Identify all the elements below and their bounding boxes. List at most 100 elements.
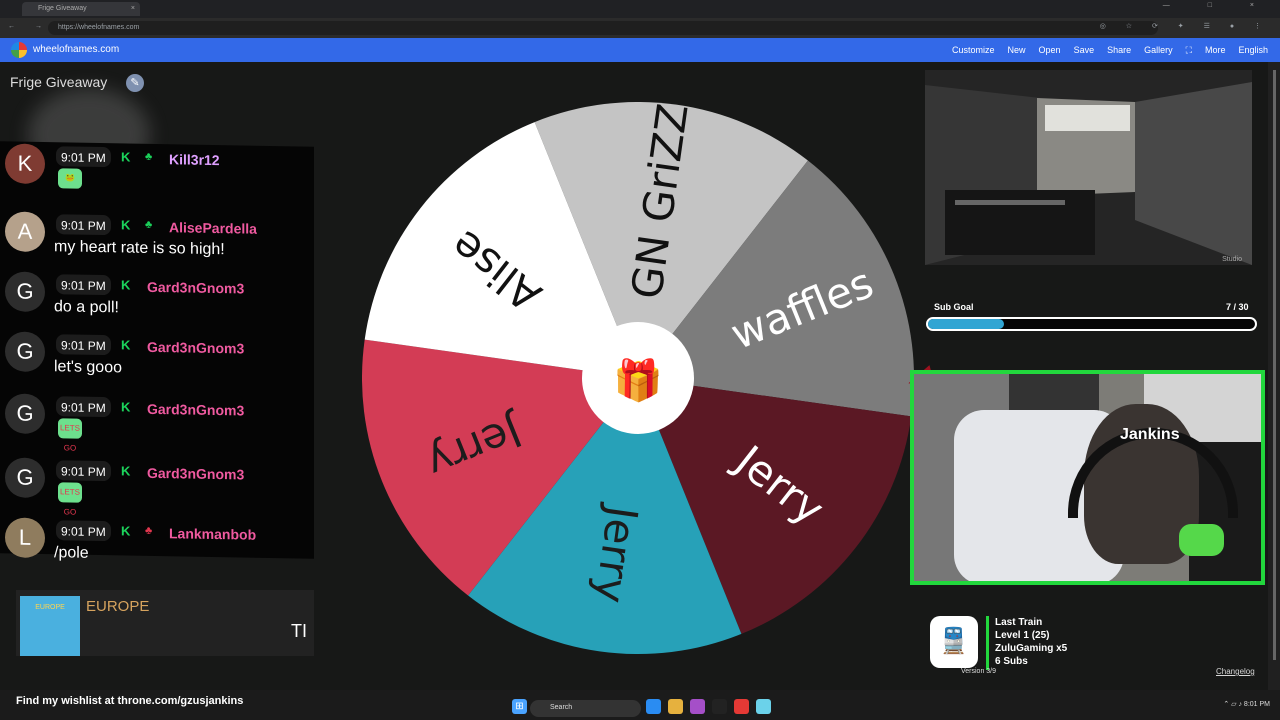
browser-icon[interactable] xyxy=(734,699,749,714)
wheel-svg[interactable]: GN GriZZwafflesJerryJerryJerryAlise 🎁 xyxy=(356,96,920,660)
kick-badge-icon: K xyxy=(121,217,131,233)
chat-username: AlisePardella xyxy=(169,219,257,237)
version-label: Version 3/9 xyxy=(961,668,997,675)
close-tab-icon[interactable]: × xyxy=(131,5,135,12)
chat-message-text: let's gooo xyxy=(54,358,122,377)
file-explorer-icon[interactable] xyxy=(668,699,683,714)
message-time: 9:01 PM xyxy=(56,396,111,418)
now-playing-widget: EUROPE EUROPE TI xyxy=(16,590,314,656)
message-time: 9:01 PM xyxy=(56,146,111,168)
browser-tab-strip: Frige Giveaway × — □ × xyxy=(0,0,1280,18)
subscriber-badge-icon: ♣ xyxy=(145,150,153,163)
avatar: K xyxy=(5,143,45,185)
app-icon[interactable] xyxy=(690,699,705,714)
chat-overlay: K 9:01 PM K ♣ Kill3r12 🐸 A 9:01 PM K ♣ A… xyxy=(0,141,314,562)
lets-go-emote: LETS GO xyxy=(58,482,82,517)
message-time: 9:01 PM xyxy=(56,334,111,356)
message-time: 9:01 PM xyxy=(56,460,111,482)
train-line: 6 Subs xyxy=(995,656,1028,667)
address-bar: ← → ↻ https://wheelofnames.com ◎ ☆ ⟳ ✦ ☰… xyxy=(0,18,1280,38)
camera-label: Studio xyxy=(1222,256,1242,263)
microphone-icon xyxy=(1179,524,1224,556)
chat-username: Gard3nGnom3 xyxy=(147,338,245,357)
save-button[interactable]: Save xyxy=(1074,45,1095,56)
chat-username: Gard3nGnom3 xyxy=(147,464,245,483)
kick-badge-icon: K xyxy=(121,337,131,353)
site-name[interactable]: wheelofnames.com xyxy=(33,44,119,55)
chat-message: G 9:01 PM K Gard3nGnom3 do a poll! xyxy=(0,269,310,332)
kick-badge-icon: K xyxy=(121,523,131,539)
gallery-button[interactable]: Gallery xyxy=(1144,45,1173,56)
chat-username: Kill3r12 xyxy=(169,151,220,169)
chat-username: Gard3nGnom3 xyxy=(147,400,245,419)
window-controls[interactable]: — □ × xyxy=(1163,2,1272,9)
customize-button[interactable]: Customize xyxy=(952,45,995,56)
header-menu: Customize New Open Save Share Gallery ⛶ … xyxy=(952,45,1268,56)
fullscreen-icon[interactable]: ⛶ xyxy=(1186,45,1192,56)
album-art: EUROPE xyxy=(20,596,80,656)
train-line: Last Train xyxy=(995,617,1043,628)
avatar: G xyxy=(5,457,45,499)
changelog-link[interactable]: Changelog xyxy=(1216,667,1255,676)
chat-message: G 9:01 PM K Gard3nGnom3 let's gooo xyxy=(0,329,310,392)
train-line: ZuluGaming x5 xyxy=(995,643,1068,654)
avatar: L xyxy=(5,517,45,559)
obs-icon[interactable] xyxy=(712,699,727,714)
chat-message: G 9:01 PM K Gard3nGnom3 LETS GO xyxy=(0,455,310,518)
wheel-logo-icon xyxy=(11,42,27,58)
browser-tab[interactable]: Frige Giveaway × xyxy=(22,2,140,16)
avatar: G xyxy=(5,271,45,313)
wheel-center-icon[interactable]: 🎁 xyxy=(613,357,663,403)
sub-goal-count: 7 / 30 xyxy=(1226,302,1249,312)
streamer-webcam: Jankins xyxy=(910,370,1265,585)
name-wheel[interactable]: GN GriZZ waffles Jerry Jerry Jerry Alise 🎁 xyxy=(356,96,920,660)
train-line: Level 1 (25) xyxy=(995,630,1050,641)
new-button[interactable]: New xyxy=(1008,45,1026,56)
message-time: 9:01 PM xyxy=(56,214,111,236)
subscriber-badge-icon: ♣ xyxy=(145,218,153,231)
avatar: A xyxy=(5,211,45,253)
more-menu[interactable]: More xyxy=(1205,45,1226,56)
kick-badge-icon: K xyxy=(121,463,131,479)
wheel-of-names-header: wheelofnames.com Customize New Open Save… xyxy=(0,38,1280,62)
chat-message: K 9:01 PM K ♣ Kill3r12 🐸 xyxy=(0,141,310,204)
kick-badge-icon: K xyxy=(121,277,131,293)
browser-toolbar-icons[interactable]: ◎ ☆ ⟳ ✦ ☰ ● ⋮ xyxy=(1100,22,1270,30)
chat-message: A 9:01 PM K ♣ AlisePardella my heart rat… xyxy=(0,209,310,272)
taskbar-icons: ⊞ xyxy=(512,699,782,719)
room-camera-scene xyxy=(925,70,1252,265)
browser-tab-title: Frige Giveaway xyxy=(38,5,87,12)
kick-badge-icon: K xyxy=(121,399,131,415)
chat-message: L 9:01 PM K ♣ Lankmanbob /pole xyxy=(0,515,310,578)
chat-emote: 🐸 xyxy=(58,168,82,189)
scrollbar-thumb[interactable] xyxy=(1273,70,1276,660)
sub-goal-label: Sub Goal xyxy=(934,302,974,312)
edge-icon[interactable] xyxy=(646,699,661,714)
chat-username: Gard3nGnom3 xyxy=(147,278,245,297)
wishlist-text: Find my wishlist at throne.com/gzusjanki… xyxy=(16,695,244,707)
hype-train-panel: Last Train Level 1 (25) ZuluGaming x5 6 … xyxy=(986,616,1156,670)
windows-start-icon[interactable]: ⊞ xyxy=(512,699,527,714)
room-camera-feed: Studio xyxy=(925,70,1252,265)
subscriber-badge-icon: ♣ xyxy=(145,524,153,537)
song-title: EUROPE xyxy=(86,598,150,615)
language-menu[interactable]: English xyxy=(1238,45,1268,56)
train-icon: 🚆 xyxy=(930,616,978,668)
avatar: G xyxy=(5,393,45,435)
wheel-title[interactable]: Frige Giveaway xyxy=(10,74,107,90)
share-button[interactable]: Share xyxy=(1107,45,1131,56)
open-button[interactable]: Open xyxy=(1039,45,1061,56)
cap-text: Jankins xyxy=(1120,426,1180,443)
chat-message-text: do a poll! xyxy=(54,298,119,317)
kick-badge-icon: K xyxy=(121,149,131,165)
app-icon[interactable] xyxy=(756,699,771,714)
avatar: G xyxy=(5,331,45,373)
edit-title-icon[interactable]: ✎ xyxy=(126,74,144,92)
url-field[interactable]: https://wheelofnames.com xyxy=(48,21,1158,35)
message-time: 9:01 PM xyxy=(56,520,111,542)
song-subtitle: TI xyxy=(291,621,307,641)
sub-goal-progress xyxy=(926,317,1257,331)
chat-username: Lankmanbob xyxy=(169,525,257,543)
sub-goal-progress-fill xyxy=(928,319,1005,329)
chat-message: G 9:01 PM K Gard3nGnom3 LETS GO xyxy=(0,391,310,454)
